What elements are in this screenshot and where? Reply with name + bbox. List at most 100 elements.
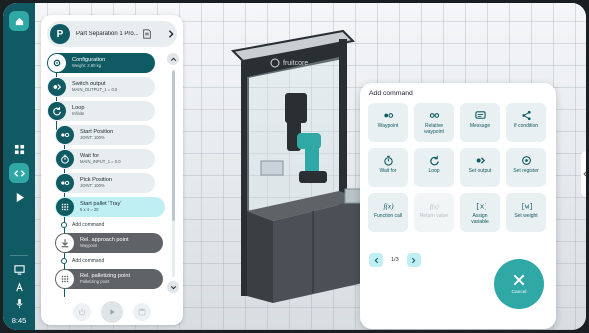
layout-button[interactable] [9,139,29,159]
return-icon: f(x) [429,203,438,210]
function-icon: f(x) [383,201,394,210]
right-panel-toggle[interactable] [581,151,586,197]
tree-node-start-position[interactable]: Start Position JOINT: 100% [55,125,155,145]
node-subtitle: 5 x 4 = 20 [80,206,99,212]
waypoint-icon [61,132,70,138]
command-label: Message [469,123,491,129]
code-button[interactable] [9,163,29,183]
save-button[interactable] [133,303,151,321]
chevron-down-icon [170,285,176,289]
next-page-button[interactable] [406,253,421,267]
text-icon [15,281,23,291]
program-panel: P Part Separation 1 Pro... Configuration… [41,15,183,325]
node-subtitle: Infinite [72,110,85,116]
command-set-weight[interactable]: [w] Set weight [506,193,546,232]
scroll-thumb[interactable] [172,71,175,221]
previous-page-button[interactable] [369,253,383,267]
node-subtitle: Waypoint [80,242,98,248]
node-subtitle: MAIN_INPUT_1 = 0.0 [80,158,121,164]
command-set-register[interactable]: Set register [506,148,546,187]
page-indicator: 1/3 [391,257,399,263]
chevron-left-icon [374,257,378,263]
chevron-right-icon [412,257,416,263]
tree-node-switch-output[interactable]: Switch output MAIN_OUTPUT_1 = 0.0 [47,77,155,97]
app-frame: fruitcore 8:45 P Part Separation 1 Pro..… [3,3,586,330]
tree-node-configuration[interactable]: Configuration Weight: 2.80 kg [47,53,155,73]
play-icon [16,192,24,202]
add-command-button[interactable]: Add command [61,258,104,264]
add-command-label: Add command [72,222,105,228]
command-wait-for[interactable]: Wait for [368,148,408,187]
program-tree: Configuration Weight: 2.80 kg Switch outp… [47,53,165,297]
add-command-label: Add command [72,258,105,264]
svg-text:f(x): f(x) [383,201,394,210]
rail-divider [10,255,28,256]
code-icon [13,169,25,177]
tree-scrollbar[interactable] [167,53,179,297]
download-icon [61,239,69,248]
save-icon [138,308,146,316]
command-loop[interactable]: Loop [414,148,454,187]
tree-node-pick-position[interactable]: Pick Position JOINT: 100% [55,173,155,193]
navigation-rail: 8:45 [3,3,35,330]
monitor-icon [13,264,25,275]
add-command-dialog: Add command Waypoint Relative waypoint M… [360,83,556,329]
scroll-down-button[interactable] [167,281,179,293]
tree-node-start-pallet[interactable]: Start pallet 'Tray' 5 x 4 = 20 [55,197,165,217]
layout-icon [14,144,24,154]
power-button[interactable] [73,303,91,321]
command-label: Set weight [514,213,538,219]
play-program-button[interactable] [9,187,29,207]
node-subtitle: JOINT: 100% [80,182,105,188]
register-icon [521,155,531,165]
program-header[interactable]: P Part Separation 1 Pro... [47,21,177,47]
monitor-button[interactable] [9,259,29,279]
add-dot-icon [61,258,67,264]
node-subtitle: JOINT: 100% [80,134,105,140]
command-waypoint[interactable]: Waypoint [368,103,408,142]
close-icon [513,274,525,286]
grid-icon [61,203,69,211]
timer-icon [383,155,393,166]
output-icon [476,156,485,164]
svg-text:f(x): f(x) [429,203,438,210]
command-label: If condition [513,123,539,129]
chevron-up-icon [170,57,176,61]
command-if-condition[interactable]: If condition [506,103,546,142]
scroll-up-button[interactable] [167,53,179,65]
scroll-track[interactable] [172,69,175,277]
chevron-right-icon[interactable] [166,29,176,39]
command-label: Set output [468,168,492,174]
tree-node-wait-for[interactable]: Wait for MAIN_INPUT_1 = 0.0 [55,149,155,169]
add-command-button[interactable]: Add command [61,222,104,228]
node-subtitle: Palletizing point [80,278,110,284]
grid-icon [61,275,69,283]
program-controls [41,299,183,325]
program-title: Part Separation 1 Pro... [76,31,138,37]
svg-text:[w]: [w] [521,203,532,211]
microphone-icon [15,298,23,308]
command-pager: 1/3 [369,253,421,267]
power-icon [78,308,86,316]
home-button[interactable] [9,11,29,31]
command-set-output[interactable]: Set output [460,148,500,187]
cancel-button[interactable]: Cancel [494,259,544,309]
command-label: Loop [428,168,440,174]
command-message[interactable]: Message [460,103,500,142]
tree-node-rel-approach[interactable]: Rel. approach point Waypoint [55,233,163,253]
run-button[interactable] [101,301,123,323]
add-dot-icon [61,222,67,228]
home-icon [15,17,23,25]
command-assign-variable[interactable]: [x] Assign variable [460,193,500,232]
command-function-call[interactable]: f(x) Function call [368,193,408,232]
variable-icon: [x] [475,203,486,211]
clock: 8:45 [11,316,27,325]
tree-node-loop[interactable]: Loop Infinite [47,101,155,121]
document-icon[interactable] [142,29,152,39]
loop-icon [429,155,439,165]
microphone-button[interactable] [9,293,29,313]
relative-waypoint-icon [429,112,439,118]
waypoint-icon [61,180,70,186]
command-relative-waypoint[interactable]: Relative waypoint [414,103,454,142]
tree-node-rel-palletizing[interactable]: Rel. palletizing point Palletizing point [55,269,163,289]
